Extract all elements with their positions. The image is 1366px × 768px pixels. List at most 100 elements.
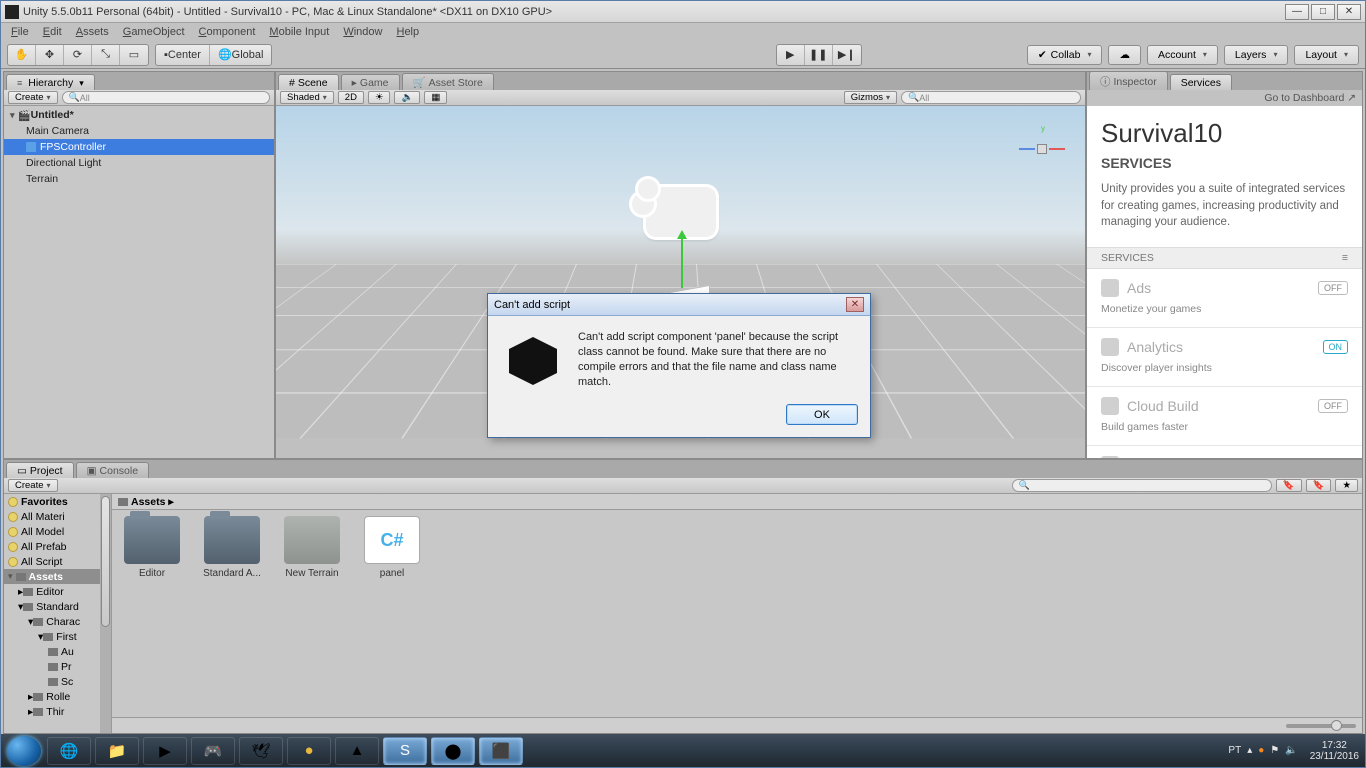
- pivot-global-button[interactable]: 🌐 Global: [210, 45, 272, 65]
- scene-row[interactable]: ▾🎬 Untitled*: [4, 107, 274, 123]
- taskbar-app-chrome[interactable]: ●: [287, 737, 331, 765]
- menu-mobile-input[interactable]: Mobile Input: [269, 26, 329, 38]
- layout-dropdown[interactable]: Layout: [1294, 45, 1359, 65]
- project-tab[interactable]: ▭ Project: [6, 462, 74, 478]
- project-breadcrumb[interactable]: Assets ▸: [112, 494, 1362, 510]
- services-tab[interactable]: Services: [1170, 74, 1232, 90]
- shaded-dropdown[interactable]: Shaded: [280, 91, 334, 104]
- console-tab[interactable]: ▣ Console: [76, 462, 149, 478]
- taskbar-app-ie[interactable]: 🌐: [47, 737, 91, 765]
- inspector-tab[interactable]: ⓘ Inspector: [1089, 71, 1168, 90]
- thumbnail-size-slider[interactable]: [1286, 724, 1356, 728]
- dialog-message: Can't add script component 'panel' becau…: [578, 330, 856, 392]
- analytics-icon: [1101, 338, 1119, 356]
- folder-item: ▾ First: [4, 629, 111, 644]
- asset-store-tab[interactable]: 🛒 Asset Store: [402, 73, 494, 90]
- lighting-toggle[interactable]: ☀: [368, 91, 391, 104]
- taskbar-app-browser[interactable]: 🕊: [239, 737, 283, 765]
- taskbar-app-chrome-active[interactable]: ⬤: [431, 737, 475, 765]
- minimize-button[interactable]: —: [1285, 4, 1309, 20]
- tray-clock[interactable]: 17:32 23/11/2016: [1310, 740, 1359, 762]
- goto-dashboard-link[interactable]: Go to Dashboard ↗: [1087, 90, 1362, 106]
- service-item-collaborate[interactable]: Collaborate BETAOFF Create together seam…: [1087, 446, 1362, 458]
- collab-dropdown[interactable]: ✔ Collab: [1027, 45, 1103, 65]
- service-item-ads[interactable]: AdsOFF Monetize your games: [1087, 269, 1362, 328]
- orientation-gizmo[interactable]: y: [1017, 124, 1067, 174]
- menu-assets[interactable]: Assets: [76, 26, 109, 38]
- hierarchy-item[interactable]: Terrain: [4, 171, 274, 187]
- service-item-cloud-build[interactable]: Cloud BuildOFF Build games faster: [1087, 387, 1362, 446]
- filter-icon[interactable]: 🔖: [1276, 479, 1302, 492]
- 2d-toggle[interactable]: 2D: [338, 91, 364, 104]
- folder-tree-scrollbar[interactable]: [100, 494, 111, 733]
- account-dropdown[interactable]: Account: [1147, 45, 1218, 65]
- project-create-button[interactable]: Create: [8, 479, 58, 492]
- taskbar-app-unity[interactable]: ⬛: [479, 737, 523, 765]
- taskbar-app-media[interactable]: ▶: [143, 737, 187, 765]
- filter-icon[interactable]: 🔖: [1306, 479, 1332, 492]
- taskbar-app-lol[interactable]: ▲: [335, 737, 379, 765]
- maximize-button[interactable]: □: [1311, 4, 1335, 20]
- service-item-analytics[interactable]: AnalyticsON Discover player insights: [1087, 328, 1362, 387]
- audio-toggle[interactable]: 🔈: [394, 91, 420, 104]
- dialog-close-button[interactable]: ✕: [846, 297, 864, 312]
- favorite-icon[interactable]: ★: [1335, 479, 1358, 492]
- scene-search[interactable]: 🔍 All: [901, 91, 1081, 104]
- hierarchy-item-selected[interactable]: FPSController: [4, 139, 274, 155]
- menu-edit[interactable]: Edit: [43, 26, 62, 38]
- game-tab[interactable]: ▸ Game: [341, 74, 400, 90]
- y-axis-handle[interactable]: [681, 233, 683, 288]
- step-button[interactable]: ▶❙: [833, 45, 861, 65]
- rect-tool[interactable]: ▭: [120, 45, 148, 65]
- window-titlebar[interactable]: Unity 5.5.0b11 Personal (64bit) - Untitl…: [1, 1, 1365, 23]
- menu-component[interactable]: Component: [199, 26, 256, 38]
- taskbar-app-game[interactable]: 🎮: [191, 737, 235, 765]
- menu-file[interactable]: File: [11, 26, 29, 38]
- asset-item[interactable]: New Terrain: [280, 516, 344, 579]
- close-button[interactable]: ✕: [1337, 4, 1361, 20]
- taskbar-app-explorer[interactable]: 📁: [95, 737, 139, 765]
- pause-button[interactable]: ❚❚: [805, 45, 833, 65]
- scale-tool[interactable]: ⤡: [92, 45, 120, 65]
- cloud-button[interactable]: ☁: [1108, 45, 1141, 65]
- dialog-ok-button[interactable]: OK: [786, 404, 858, 425]
- asset-grid[interactable]: Editor Standard A... New Terrain panel: [112, 510, 1362, 717]
- hierarchy-create-button[interactable]: Create: [8, 91, 58, 104]
- rotate-tool[interactable]: ⟳: [64, 45, 92, 65]
- move-tool[interactable]: ✥: [36, 45, 64, 65]
- hierarchy-item[interactable]: Main Camera: [4, 123, 274, 139]
- ads-icon: [1101, 279, 1119, 297]
- hierarchy-search[interactable]: 🔍 All: [62, 91, 270, 104]
- asset-item[interactable]: Standard A...: [200, 516, 264, 579]
- pivot-center-button[interactable]: ▪ Center: [156, 45, 210, 65]
- windows-taskbar[interactable]: 🌐 📁 ▶ 🎮 🕊 ● ▲ S ⬤ ⬛ PT ▴ ● ⚑ 🔈 17:32 23/…: [1, 734, 1365, 767]
- gizmos-dropdown[interactable]: Gizmos: [844, 91, 897, 104]
- scene-tab[interactable]: # Scene: [278, 74, 339, 90]
- dialog-titlebar[interactable]: Can't add script ✕: [488, 294, 870, 316]
- taskbar-app-skype[interactable]: S: [383, 737, 427, 765]
- asset-item[interactable]: panel: [360, 516, 424, 579]
- hamburger-icon[interactable]: ≡: [1342, 252, 1348, 264]
- hierarchy-tab[interactable]: ≡Hierarchy▾: [6, 74, 95, 90]
- hand-tool[interactable]: ✋: [8, 45, 36, 65]
- menu-window[interactable]: Window: [343, 26, 382, 38]
- menu-help[interactable]: Help: [396, 26, 419, 38]
- system-tray[interactable]: PT ▴ ● ⚑ 🔈 17:32 23/11/2016: [1228, 740, 1359, 762]
- tray-flag-icon[interactable]: ⚑: [1270, 745, 1279, 756]
- start-button[interactable]: [7, 736, 41, 766]
- tray-volume-icon[interactable]: 🔈: [1285, 745, 1297, 756]
- project-folder-tree[interactable]: Favorites All Materi All Model All Prefa…: [4, 494, 112, 733]
- play-button[interactable]: ▶: [777, 45, 805, 65]
- collaborate-icon: [1101, 456, 1119, 458]
- hierarchy-item[interactable]: Directional Light: [4, 155, 274, 171]
- tray-up-icon[interactable]: ▴: [1247, 745, 1252, 756]
- fx-toggle[interactable]: ▦: [424, 91, 447, 104]
- menu-gameobject[interactable]: GameObject: [123, 26, 185, 38]
- hierarchy-tree[interactable]: ▾🎬 Untitled* Main Camera FPSController D…: [4, 106, 274, 458]
- tray-avast-icon[interactable]: ●: [1258, 745, 1264, 756]
- layers-dropdown[interactable]: Layers: [1224, 45, 1289, 65]
- hierarchy-panel: ≡Hierarchy▾ Create 🔍 All ▾🎬 Untitled* Ma…: [3, 71, 275, 459]
- tray-lang[interactable]: PT: [1228, 745, 1241, 756]
- asset-item[interactable]: Editor: [120, 516, 184, 579]
- project-search[interactable]: 🔍: [1012, 479, 1272, 492]
